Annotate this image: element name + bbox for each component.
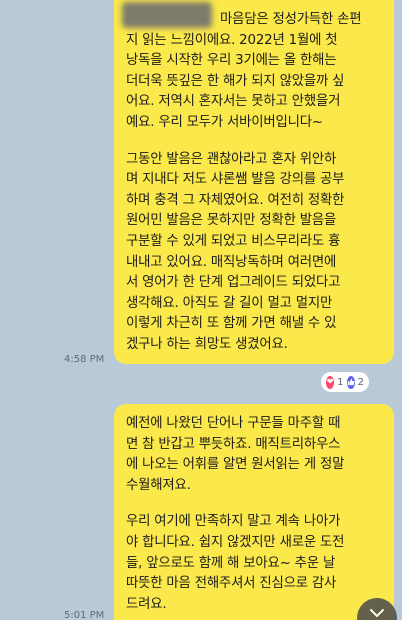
message-bubble[interactable]: 마음담은 정성가득한 손편 지 읽는 느낌이에요. 2022년 1월에 첫 낭독…	[114, 0, 394, 364]
redacted-name	[122, 2, 212, 28]
heart-icon: ❤	[326, 375, 335, 389]
message-paragraph: 마음담은 정성가득한 손편 지 읽는 느낌이에요. 2022년 1월에 첫 낭독…	[126, 12, 362, 130]
reaction-bar[interactable]: ❤ 1 2	[321, 372, 369, 392]
message-paragraph: 우리 여기에 만족하지 말고 계속 나아가 야 합니다요. 쉽지 않겠지만 새로…	[126, 514, 345, 612]
chat-view: 마음담은 정성가득한 손편 지 읽는 느낌이에요. 2022년 1월에 첫 낭독…	[0, 0, 402, 620]
thumbs-up-icon	[346, 375, 355, 389]
message-paragraph: 그동안 발음은 괜찮아라고 혼자 위안하 며 지내다 저도 샤론쌤 발음 강의를…	[126, 151, 345, 352]
message-paragraph: 예전에 나왔던 단어나 구문들 마주할 때 면 참 반갑고 뿌듯하죠. 매직트리…	[126, 416, 345, 493]
heart-count: 1	[337, 376, 344, 388]
message-timestamp: 5:01 PM	[64, 610, 105, 620]
thumbs-count: 2	[357, 376, 364, 388]
message-timestamp: 4:58 PM	[64, 354, 105, 365]
message-bubble[interactable]: 예전에 나왔던 단어나 구문들 마주할 때 면 참 반갑고 뿌듯하죠. 매직트리…	[114, 404, 394, 620]
chevron-down-icon	[370, 609, 384, 617]
